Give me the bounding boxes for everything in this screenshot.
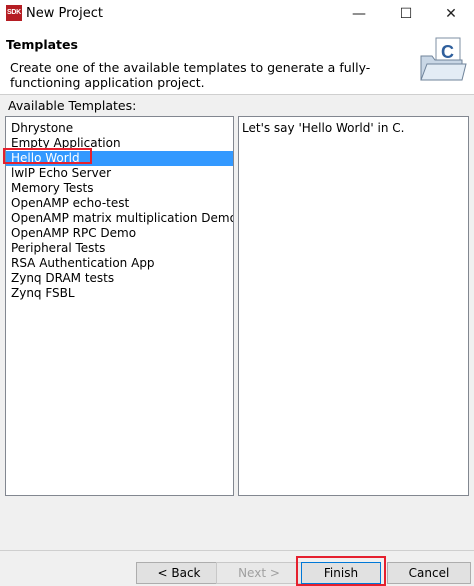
window-title: New Project (26, 6, 103, 21)
template-list[interactable]: Dhrystone Empty Application Hello World lwI… (5, 116, 234, 496)
template-list-item[interactable]: Zynq FSBL (6, 286, 233, 301)
page-title: Templates (6, 37, 78, 52)
new-c-project-folder-icon: C (420, 37, 467, 81)
template-description: Let's say 'Hello World' in C. (242, 121, 405, 135)
wizard-header: Templates Create one of the available te… (0, 28, 474, 95)
template-list-item[interactable]: Dhrystone (6, 121, 233, 136)
button-bar-separator (0, 550, 474, 551)
template-list-item[interactable]: Peripheral Tests (6, 241, 233, 256)
template-list-item[interactable]: Memory Tests (6, 181, 233, 196)
available-templates-label: Available Templates: (8, 98, 137, 113)
page-description: Create one of the available templates to… (10, 60, 371, 90)
template-list-item[interactable]: lwIP Echo Server (6, 166, 233, 181)
selection-highlight-box (3, 148, 92, 164)
template-description-panel: Let's say 'Hello World' in C. (238, 116, 469, 496)
template-list-item[interactable]: Zynq DRAM tests (6, 271, 233, 286)
back-button[interactable]: < Back (136, 562, 222, 584)
finish-highlight-box (296, 556, 386, 586)
template-list-item[interactable]: RSA Authentication App (6, 256, 233, 271)
title-bar[interactable]: SDK New Project — ☐ ✕ (0, 0, 474, 28)
template-list-item[interactable]: OpenAMP echo-test (6, 196, 233, 211)
close-icon[interactable]: ✕ (428, 0, 474, 28)
new-project-dialog: SDK New Project — ☐ ✕ Templates Create o… (0, 0, 474, 586)
graphic-letter: C (441, 42, 454, 62)
next-button[interactable]: Next > (216, 562, 302, 584)
maximize-icon[interactable]: ☐ (383, 0, 429, 28)
template-list-item[interactable]: OpenAMP matrix multiplication Demo (6, 211, 233, 226)
cancel-button[interactable]: Cancel (387, 562, 471, 584)
minimize-icon[interactable]: — (336, 0, 382, 28)
template-list-item[interactable]: OpenAMP RPC Demo (6, 226, 233, 241)
sdk-app-icon: SDK (6, 5, 22, 21)
